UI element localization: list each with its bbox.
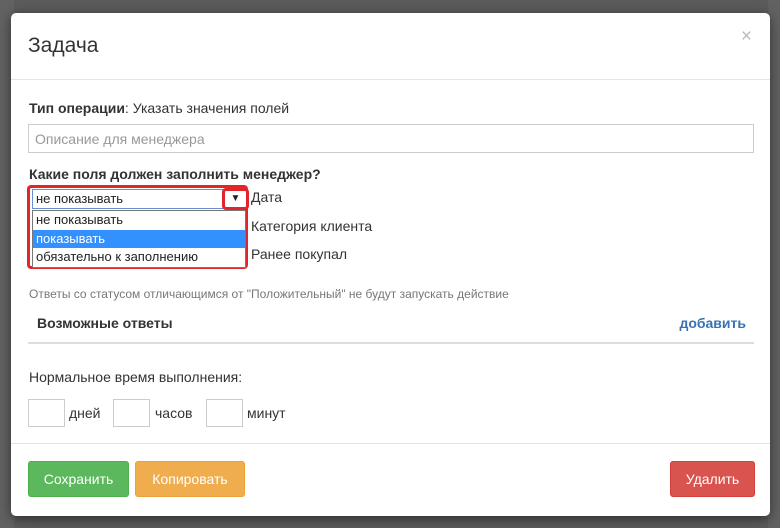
field-name-client-category: Категория клиента xyxy=(251,218,373,234)
manager-description-input[interactable] xyxy=(28,124,754,153)
add-answer-link[interactable]: добавить xyxy=(679,315,746,331)
close-icon[interactable]: × xyxy=(741,27,752,46)
minutes-unit-label: минут xyxy=(247,405,286,421)
days-unit-label: дней xyxy=(69,405,101,421)
answers-hint: Ответы со статусом отличающимся от "Поло… xyxy=(29,287,509,301)
save-button[interactable]: Сохранить xyxy=(28,461,129,497)
time-label: Нормальное время выполнения: xyxy=(29,369,243,385)
field-visibility-select[interactable]: не показывать xyxy=(32,189,246,209)
minutes-input[interactable] xyxy=(206,399,243,427)
field-name-date: Дата xyxy=(251,189,283,205)
modal-header: Задача × xyxy=(11,13,770,80)
dropdown-option-show[interactable]: показывать xyxy=(33,229,245,248)
delete-button[interactable]: Удалить xyxy=(670,461,755,497)
operation-type-value: : Указать значения полей xyxy=(124,100,290,116)
operation-type: Тип операции: Указать значения полей xyxy=(29,100,289,116)
fields-question: Какие поля должен заполнить менеджер? xyxy=(29,166,321,182)
hours-unit-label: часов xyxy=(155,405,193,421)
dropdown-option-required[interactable]: обязательно к заполнению xyxy=(33,248,245,267)
answers-divider xyxy=(28,342,754,344)
operation-type-label: Тип операции xyxy=(29,100,125,116)
copy-button[interactable]: Копировать xyxy=(135,461,245,497)
dropdown-options-list: не показывать показывать обязательно к з… xyxy=(32,210,246,268)
answers-title: Возможные ответы xyxy=(37,315,173,331)
field-name-previously-bought: Ранее покупал xyxy=(251,246,348,262)
days-input[interactable] xyxy=(28,399,65,427)
modal-title: Задача xyxy=(28,34,99,57)
field-visibility-dropdown[interactable]: не показывать ▼ не показывать показывать… xyxy=(27,185,249,269)
dropdown-arrow-icon[interactable]: ▼ xyxy=(222,188,249,210)
hours-input[interactable] xyxy=(113,399,150,427)
footer-divider xyxy=(11,443,770,444)
task-modal: Задача × Тип операции: Указать значения … xyxy=(11,13,770,516)
dropdown-option-hide[interactable]: не показывать xyxy=(33,211,245,230)
